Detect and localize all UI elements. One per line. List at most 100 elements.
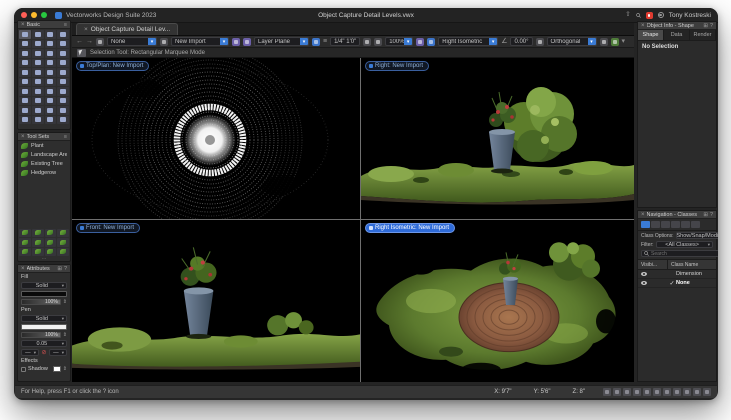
tab-data[interactable]: Data [664, 30, 690, 40]
class-name-column-header[interactable]: Class Name [668, 260, 701, 269]
viewport-right-isometric[interactable]: Right Isometric: New Import [361, 220, 634, 382]
landscape-tool-icon[interactable] [45, 229, 57, 238]
filter-dropdown[interactable]: <All Classes> ▾ [656, 241, 714, 248]
line-weight-dropdown[interactable]: 0.05 ▾ [21, 340, 67, 347]
saved-views-tab-icon[interactable] [681, 221, 690, 228]
tool-icon[interactable] [32, 106, 44, 115]
visibility-column-header[interactable]: Visibi... [638, 260, 668, 269]
snap-to-grid-icon[interactable] [603, 388, 611, 396]
layer-down-icon[interactable] [374, 38, 382, 46]
pen-style-dropdown[interactable]: Solid ▾ [21, 315, 67, 322]
active-plane-dropdown[interactable]: Layer Plane ▾ [254, 37, 309, 46]
tool-icon[interactable] [45, 68, 57, 77]
shadow-color-swatch[interactable] [53, 366, 61, 372]
viewport-top-plan[interactable]: Top/Plan: New Import [72, 58, 360, 219]
attributes-palette-header[interactable]: × Attributes ⊞ ? [18, 265, 70, 273]
class-icon[interactable] [232, 38, 240, 46]
visibility-icon[interactable] [600, 38, 608, 46]
tool-icon[interactable] [45, 30, 57, 39]
smart-points-icon[interactable] [653, 388, 661, 396]
active-layer-dropdown[interactable]: New Import ▾ [171, 37, 229, 46]
marker-style-dropdown[interactable]: — ▾ [49, 349, 67, 356]
user-name[interactable]: Tony Kostreski [669, 12, 711, 19]
tool-icon[interactable] [19, 97, 31, 106]
sheet-layers-tab-icon[interactable] [661, 221, 670, 228]
view-angle-field[interactable]: 0.00° [510, 37, 532, 46]
close-window-button[interactable] [21, 12, 27, 18]
layer-scale-field[interactable]: 1/4" 1'0" [330, 37, 360, 46]
snap-to-tangent-icon[interactable] [673, 388, 681, 396]
tool-icon[interactable] [19, 106, 31, 115]
panel-icon[interactable]: ⊞ [57, 266, 62, 272]
help-icon[interactable]: ? [710, 23, 713, 29]
zoom-dropdown[interactable]: 100% ▾ [385, 37, 413, 46]
references-tab-icon[interactable] [691, 221, 700, 228]
menu-icon[interactable]: ≡ [64, 134, 67, 140]
object-info-header[interactable]: × Object Info - Shape ⊞ ? [638, 22, 716, 30]
tool-set-item-existing-tree[interactable]: Existing Tree [18, 159, 70, 168]
tool-icon[interactable] [45, 97, 57, 106]
tool-icon[interactable] [57, 97, 69, 106]
fill-opacity-slider[interactable]: 100% [21, 299, 61, 305]
line-style-dropdown[interactable]: — ▾ [21, 349, 39, 356]
line-end-marker-icon[interactable]: ⊘ [41, 350, 47, 356]
constrain-working-plane-icon[interactable] [693, 388, 701, 396]
tool-set-item-plant[interactable]: Plant [18, 141, 70, 150]
visibility-eye-icon[interactable] [641, 272, 647, 276]
panel-icon[interactable]: ⊞ [703, 23, 708, 29]
landscape-tool-icon[interactable] [32, 238, 44, 247]
plant-style-icon[interactable] [611, 38, 619, 46]
class-search-input[interactable] [651, 251, 717, 257]
palette-resize-handle[interactable]: ⋯ [18, 257, 70, 261]
landscape-tool-icon[interactable] [19, 238, 31, 247]
tool-icon[interactable] [32, 78, 44, 87]
stepper-icon[interactable]: ⇕ [63, 299, 67, 305]
tool-icon[interactable] [45, 87, 57, 96]
landscape-tool-icon[interactable] [32, 229, 44, 238]
pen-color-swatch[interactable] [21, 324, 67, 330]
tool-icon[interactable] [57, 78, 69, 87]
tool-icon[interactable] [45, 106, 57, 115]
tool-icon[interactable] [45, 116, 57, 125]
landscape-tool-icon[interactable] [32, 248, 44, 257]
tab-close-icon[interactable]: × [84, 26, 88, 33]
snap-to-distance-icon[interactable] [643, 388, 651, 396]
layer-options-icon[interactable] [160, 38, 168, 46]
stepper-icon[interactable]: ⇕ [63, 366, 67, 372]
pen-opacity-slider[interactable]: 100% [21, 332, 61, 338]
tool-icon[interactable] [32, 68, 44, 77]
tool-icon[interactable] [57, 116, 69, 125]
look-at-icon[interactable] [416, 38, 424, 46]
tool-icon[interactable] [32, 59, 44, 68]
tool-icon[interactable] [57, 106, 69, 115]
basic-palette-header[interactable]: × Basic ≡ [18, 21, 70, 29]
landscape-tool-icon[interactable] [19, 229, 31, 238]
tool-icon[interactable] [19, 68, 31, 77]
tool-icon[interactable] [45, 49, 57, 58]
tab-render[interactable]: Render [690, 30, 716, 40]
menu-icon[interactable]: ≡ [64, 22, 67, 28]
tool-icon[interactable] [57, 40, 69, 49]
saved-view-dropdown[interactable]: None ▾ [107, 37, 157, 46]
selection-tool-mode-icon[interactable] [77, 49, 86, 57]
tab-shape[interactable]: Shape [638, 30, 664, 40]
class-row-none[interactable]: ✓ None [638, 279, 716, 288]
layer-up-icon[interactable] [363, 38, 371, 46]
forward-icon[interactable]: → [86, 38, 93, 45]
panel-icon[interactable]: ⊞ [703, 212, 708, 218]
class-row-dimension[interactable]: Dimension [638, 270, 716, 279]
tool-icon[interactable] [57, 30, 69, 39]
help-icon[interactable]: ? [710, 212, 713, 218]
classes-tab-icon[interactable] [641, 221, 650, 228]
close-icon[interactable]: × [641, 212, 645, 218]
tool-icon[interactable] [32, 40, 44, 49]
tool-icon[interactable] [19, 87, 31, 96]
fill-style-dropdown[interactable]: Solid ▾ [21, 282, 67, 289]
viewport-label-right[interactable]: Right: New Import [365, 61, 429, 71]
navigation-header[interactable]: × Navigation - Classes ⊞ ? [638, 211, 716, 219]
fill-color-swatch[interactable] [21, 291, 67, 297]
tool-icon[interactable] [19, 49, 31, 58]
landscape-tool-icon[interactable] [57, 238, 69, 247]
viewport-right[interactable]: Right: New Import [361, 58, 634, 219]
snap-to-intersection-icon[interactable] [633, 388, 641, 396]
